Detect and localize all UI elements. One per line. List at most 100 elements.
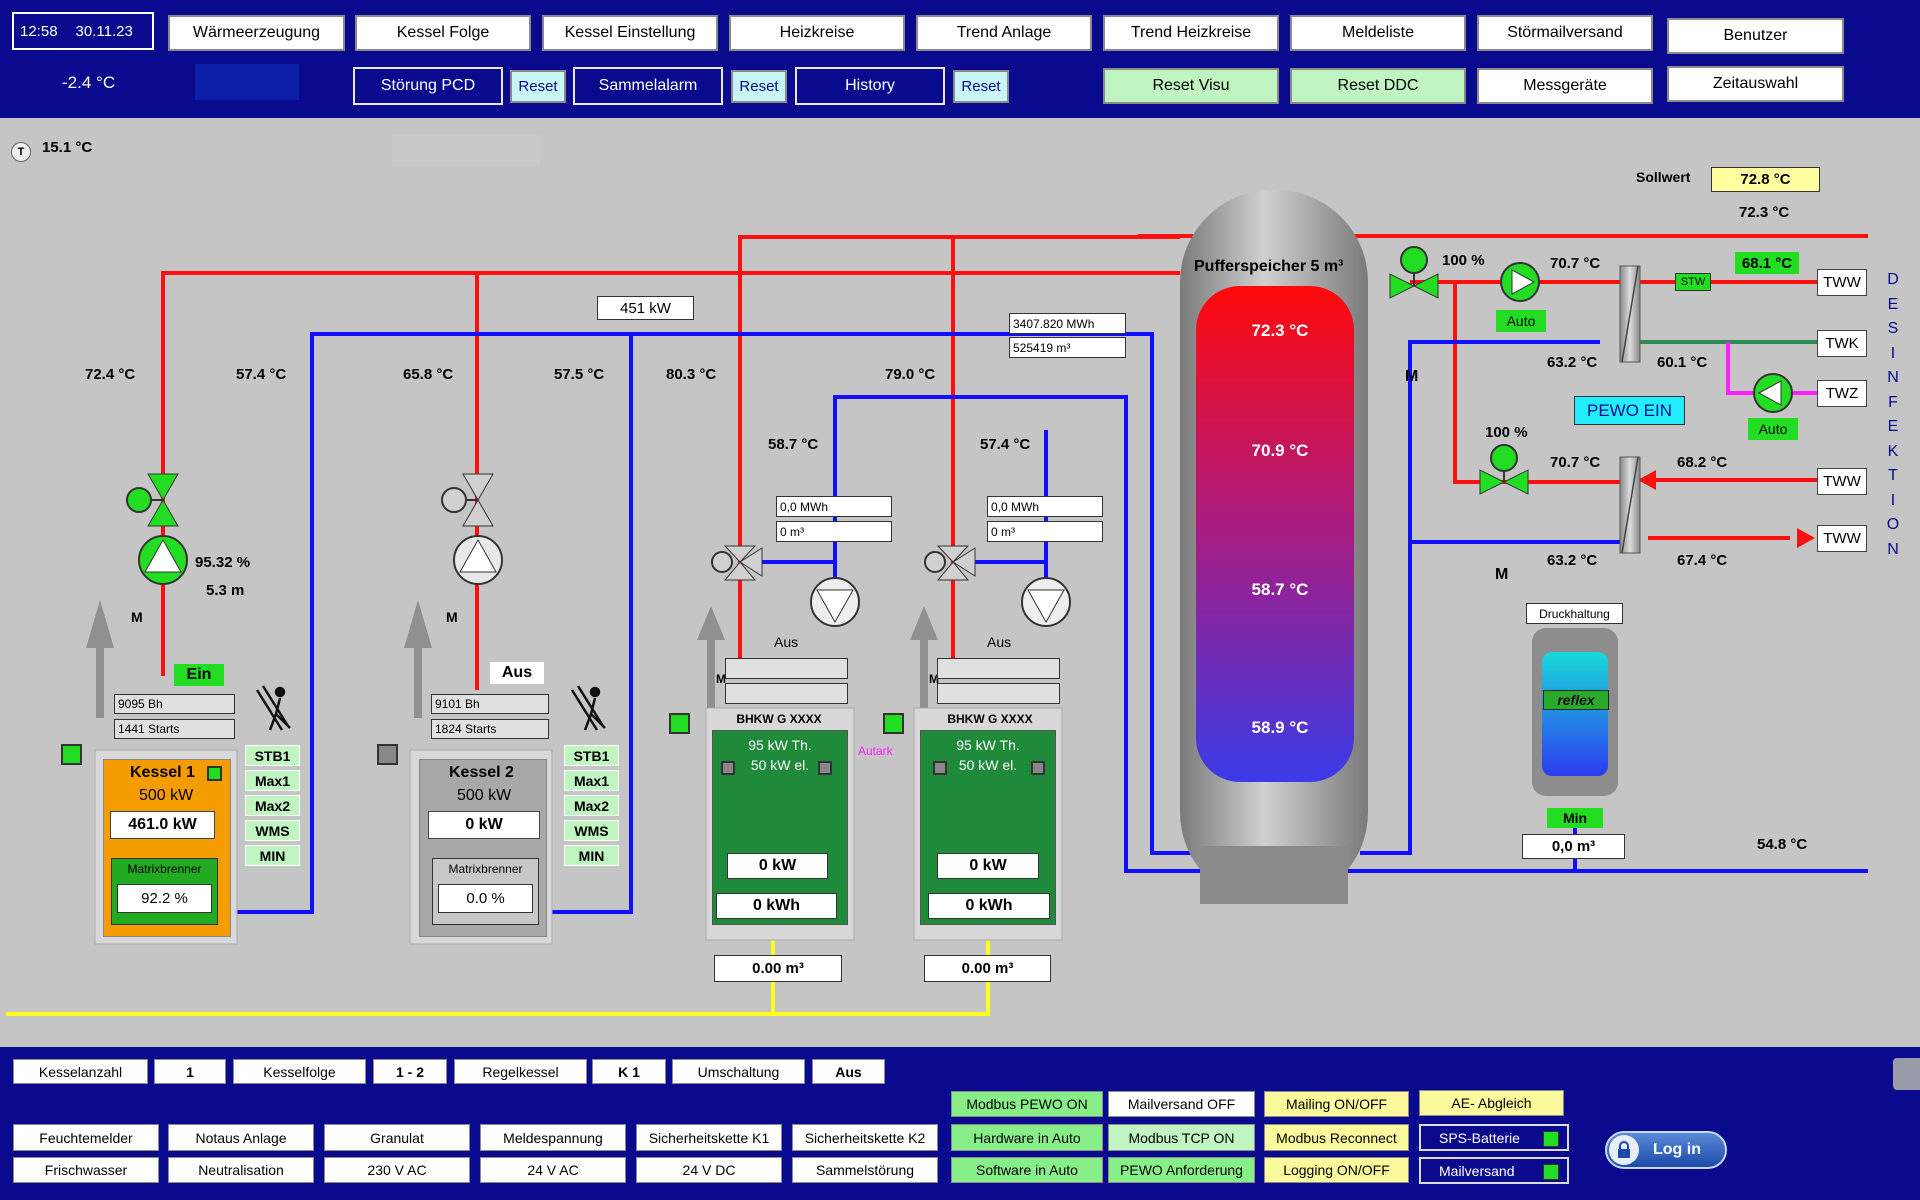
druckhaltung-volume: 0,0 m³: [1522, 834, 1625, 859]
status-230v-ac: 230 V AC: [324, 1157, 470, 1183]
kessel1-enable-indicator[interactable]: [61, 744, 82, 765]
twz-outlet: TWZ: [1817, 380, 1867, 407]
bhkw1-kwh: 0 kWh: [716, 893, 837, 919]
logging-onoff-button[interactable]: Logging ON/OFF: [1264, 1157, 1409, 1183]
kessel2-power: 0 kW: [428, 811, 540, 839]
outdoor-temperature: -2.4 °C: [62, 73, 116, 92]
modbus-pewo-button[interactable]: Modbus PEWO ON: [951, 1091, 1103, 1117]
temp-ww2-supply: 70.7 °C: [1550, 454, 1601, 471]
temp-twk: 60.1 °C: [1657, 354, 1708, 371]
mailing-onoff-button[interactable]: Mailing ON/OFF: [1264, 1091, 1409, 1117]
druckhaltung-min-status: Min: [1547, 808, 1603, 828]
nav-kessel-einstellung-button[interactable]: Kessel Einstellung: [542, 15, 718, 51]
nav-waermeerzeugung-button[interactable]: Wärmeerzeugung: [168, 15, 345, 51]
reset-sammelalarm-button[interactable]: Reset: [731, 70, 787, 103]
nav-benutzer-button[interactable]: Benutzer: [1667, 18, 1844, 54]
nav-meldeliste-button[interactable]: Meldeliste: [1290, 15, 1466, 51]
regelkessel-value[interactable]: K 1: [592, 1059, 666, 1084]
bhkw2-enable-indicator[interactable]: [883, 713, 904, 734]
status-24v-ac: 24 V AC: [480, 1157, 626, 1183]
kesselanzahl-label: Kesselanzahl: [13, 1059, 148, 1084]
kessel2-hours: 9101 Bh: [431, 694, 549, 714]
date-text: 30.11.23: [75, 22, 133, 40]
kessel2-alarm-wms: WMS: [564, 820, 619, 841]
umschaltung-label: Umschaltung: [672, 1059, 805, 1084]
reflex-logo: reflex: [1543, 690, 1609, 710]
temperature-sensor-icon: T: [11, 142, 31, 162]
kesselanzahl-value[interactable]: 1: [154, 1059, 226, 1084]
sollwert-value[interactable]: 72.8 °C: [1711, 167, 1820, 192]
nav-stoermailversand-button[interactable]: Störmailversand: [1477, 15, 1653, 51]
valve-ww-bottom-m-label: M: [1495, 566, 1509, 583]
reset-visu-button[interactable]: Reset Visu: [1103, 68, 1279, 104]
bhkw2-indicator-left: [933, 761, 947, 775]
buffer-temp-4: 58.9 °C: [1251, 718, 1309, 737]
bhkw1-enable-indicator[interactable]: [669, 713, 690, 734]
side-scroll-tab[interactable]: [1893, 1058, 1920, 1090]
sammelalarm-button[interactable]: Sammelalarm: [573, 67, 723, 105]
kesselfolge-value[interactable]: 1 - 2: [373, 1059, 447, 1084]
desinfektion-letter: F: [1888, 393, 1898, 411]
umschaltung-value[interactable]: Aus: [812, 1059, 885, 1084]
nav-trend-heizkreise-button[interactable]: Trend Heizkreise: [1103, 15, 1279, 51]
kessel1-rated: 500 kW: [139, 787, 194, 804]
messgeraete-button[interactable]: Messgeräte: [1477, 68, 1653, 104]
twk-outlet: TWK: [1817, 330, 1867, 357]
bhkw2-status-bar-1: [937, 658, 1060, 679]
zeitauswahl-button[interactable]: Zeitauswahl: [1667, 66, 1844, 102]
energy-total-display: 3407.820 MWh: [1009, 313, 1126, 334]
login-button[interactable]: Log in: [1605, 1131, 1727, 1169]
room-temperature: 15.1 °C: [42, 139, 93, 156]
kessel1-power: 461.0 kW: [110, 811, 215, 839]
pump-ww-auto[interactable]: Auto: [1496, 310, 1546, 332]
reset-stoerung-button[interactable]: Reset: [510, 70, 566, 103]
software-auto-button[interactable]: Software in Auto: [951, 1157, 1103, 1183]
modbus-reconnect-button[interactable]: Modbus Reconnect: [1264, 1124, 1409, 1151]
temp-ww2-return: 63.2 °C: [1547, 552, 1598, 569]
bhkw2-thermal: 95 kW Th.: [956, 737, 1020, 753]
status-sammelstoerung: Sammelstörung: [792, 1157, 938, 1183]
valve-k2-icon: [441, 473, 494, 527]
sollwert-actual: 72.3 °C: [1739, 204, 1790, 221]
reset-history-button[interactable]: Reset: [953, 70, 1009, 103]
bhkw1-status: Aus: [774, 634, 799, 650]
kessel1-alarm-max1: Max1: [245, 770, 300, 791]
status-granulat: Granulat: [324, 1124, 470, 1151]
pump-twz-auto[interactable]: Auto: [1748, 418, 1798, 440]
sps-batterie-status: SPS-Batterie: [1419, 1124, 1569, 1151]
kessel1-alarm-min: MIN: [245, 845, 300, 866]
bhkw1-volume: 0 m³: [776, 521, 892, 542]
reset-ddc-button[interactable]: Reset DDC: [1290, 68, 1466, 104]
bhkw1-name: BHKW G XXXX: [736, 712, 822, 726]
kessel2-enable-indicator[interactable]: [377, 744, 398, 765]
modbus-tcp-button[interactable]: Modbus TCP ON: [1108, 1124, 1255, 1151]
temp-return-main: 54.8 °C: [1757, 836, 1808, 853]
ae-abgleich-button[interactable]: AE- Abgleich: [1419, 1090, 1564, 1116]
hardware-auto-button[interactable]: Hardware in Auto: [951, 1124, 1103, 1151]
temp-ww1-supply: 70.7 °C: [1550, 255, 1601, 272]
temp-k1-return: 57.4 °C: [236, 366, 287, 383]
volume-total-display: 525419 m³: [1009, 337, 1126, 358]
pump-k2-icon: [453, 535, 503, 585]
nav-kessel-folge-button[interactable]: Kessel Folge: [355, 15, 531, 51]
desinfektion-letter: T: [1888, 467, 1898, 484]
stoerung-pcd-button[interactable]: Störung PCD: [353, 67, 503, 105]
nav-heizkreise-button[interactable]: Heizkreise: [729, 15, 905, 51]
chimney-sweep-k1-icon: [255, 685, 291, 731]
mailversand-off-button[interactable]: Mailversand OFF: [1108, 1091, 1255, 1117]
temp-ww1-return: 63.2 °C: [1547, 354, 1598, 371]
bhkw1-energy: 0,0 MWh: [776, 496, 892, 517]
desinfektion-letter: D: [1887, 271, 1899, 288]
kessel1-alarm-max2: Max2: [245, 795, 300, 816]
status-sicherheitskette-k2: Sicherheitskette K2: [792, 1124, 938, 1151]
nav-trend-anlage-button[interactable]: Trend Anlage: [916, 15, 1092, 51]
status-neutralisation: Neutralisation: [168, 1157, 314, 1183]
valve-k2-m-label: M: [446, 609, 458, 625]
temp-ww2-in: 68.2 °C: [1677, 454, 1728, 471]
kessel2-starts: 1824 Starts: [431, 719, 549, 739]
bhkw2-status-bar-2: [937, 683, 1060, 704]
kesselfolge-label: Kesselfolge: [233, 1059, 366, 1084]
status-feuchtemelder: Feuchtemelder: [13, 1124, 159, 1151]
pewo-anforderung-button[interactable]: PEWO Anforderung: [1108, 1157, 1255, 1183]
history-button[interactable]: History: [795, 67, 945, 105]
